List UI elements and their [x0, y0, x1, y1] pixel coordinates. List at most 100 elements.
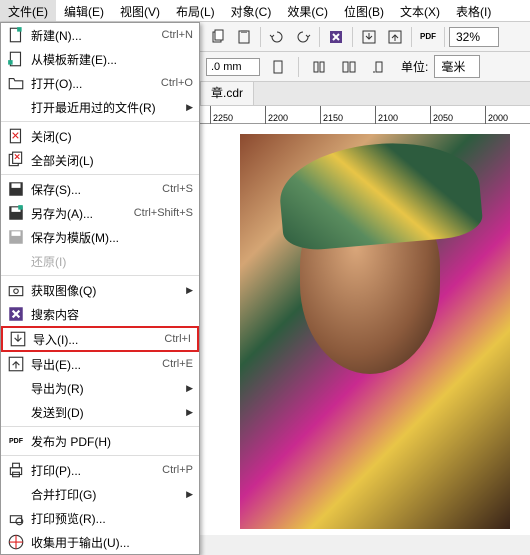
document-tab[interactable]: 章.cdr: [200, 79, 254, 105]
menu-item-label: 打印(P)...: [31, 462, 162, 479]
ruler-tick: 2100: [375, 106, 398, 124]
menu-item-10[interactable]: 保存为模版(M)...: [1, 225, 199, 249]
menu-item-shortcut: Ctrl+N: [162, 29, 193, 41]
import-icon: [9, 330, 27, 348]
menu-item-17[interactable]: 导出为(R)▶: [1, 376, 199, 400]
placed-image[interactable]: [240, 134, 510, 529]
menu-item-label: 保存(S)...: [31, 181, 162, 198]
menu-item-shortcut: Ctrl+P: [162, 464, 193, 476]
dimension-input[interactable]: .0 mm: [206, 58, 260, 76]
menu-item-label: 搜索内容: [31, 306, 193, 323]
menu-item-label: 发送到(D): [31, 404, 186, 421]
page-facing-icon[interactable]: [337, 55, 361, 79]
page-single-icon[interactable]: [307, 55, 331, 79]
menu-item-label: 发布为 PDF(H): [31, 433, 193, 450]
menu-table[interactable]: 表格(I): [448, 0, 499, 21]
menu-object[interactable]: 对象(C): [223, 0, 280, 21]
menu-item-16[interactable]: 导出(E)...Ctrl+E: [1, 352, 199, 376]
export-icon: [7, 355, 25, 373]
saveas-icon: [7, 204, 25, 222]
blank-icon: [7, 252, 25, 270]
menu-item-1[interactable]: 从模板新建(E)...: [1, 47, 199, 71]
menu-item-24[interactable]: 打印预览(R)...: [1, 506, 199, 530]
save-icon: [7, 180, 25, 198]
canvas-area[interactable]: [200, 124, 530, 535]
copy-icon[interactable]: [206, 25, 230, 49]
menu-item-label: 还原(I): [31, 253, 193, 270]
menu-item-0[interactable]: 新建(N)...Ctrl+N: [1, 23, 199, 47]
ruler-tick: 2050: [430, 106, 453, 124]
menu-item-shortcut: Ctrl+E: [162, 358, 193, 370]
ruler-tick: 2000: [485, 106, 508, 124]
menu-item-label: 导出为(R): [31, 380, 186, 397]
closeall-icon: [7, 151, 25, 169]
close-icon: [7, 127, 25, 145]
blank-icon: [7, 98, 25, 116]
menu-text[interactable]: 文本(X): [392, 0, 448, 21]
menu-item-18[interactable]: 发送到(D)▶: [1, 400, 199, 424]
search-icon: [7, 305, 25, 323]
units-label: 单位:: [401, 58, 428, 75]
undo-icon[interactable]: [265, 25, 289, 49]
menu-item-6[interactable]: 全部关闭(L): [1, 148, 199, 172]
menu-item-2[interactable]: 打开(O)...Ctrl+O: [1, 71, 199, 95]
pdf-icon: PDF: [7, 432, 25, 450]
new-icon: [7, 26, 25, 44]
menu-item-23[interactable]: 合并打印(G)▶: [1, 482, 199, 506]
redo-icon[interactable]: [291, 25, 315, 49]
menu-item-13[interactable]: 获取图像(Q)▶: [1, 278, 199, 302]
menu-item-22[interactable]: 打印(P)...Ctrl+P: [1, 458, 199, 482]
menu-layout[interactable]: 布局(L): [168, 0, 223, 21]
menu-item-label: 从模板新建(E)...: [31, 51, 193, 68]
menubar: 文件(E) 编辑(E) 视图(V) 布局(L) 对象(C) 效果(C) 位图(B…: [0, 0, 530, 22]
menu-item-label: 获取图像(Q): [31, 282, 186, 299]
menu-item-3[interactable]: 打开最近用过的文件(R)▶: [1, 95, 199, 119]
orientation-portrait-icon[interactable]: [266, 55, 290, 79]
menu-item-9[interactable]: 另存为(A)...Ctrl+Shift+S: [1, 201, 199, 225]
menu-item-label: 新建(N)...: [31, 27, 162, 44]
print-icon: [7, 461, 25, 479]
template-icon: [7, 50, 25, 68]
menu-item-20[interactable]: PDF 发布为 PDF(H): [1, 429, 199, 453]
menu-item-5[interactable]: 关闭(C): [1, 124, 199, 148]
savetmpl-icon: [7, 228, 25, 246]
menu-item-11: 还原(I): [1, 249, 199, 273]
menu-item-25[interactable]: 收集用于输出(U)...: [1, 530, 199, 554]
menu-item-8[interactable]: 保存(S)...Ctrl+S: [1, 177, 199, 201]
search-icon[interactable]: [324, 25, 348, 49]
menu-edit[interactable]: 编辑(E): [56, 0, 112, 21]
zoom-input[interactable]: 32%: [449, 27, 499, 47]
menu-file[interactable]: 文件(E): [0, 0, 56, 21]
menu-item-shortcut: Ctrl+S: [162, 183, 193, 195]
chevron-right-icon: ▶: [186, 383, 193, 394]
preview-icon: [7, 509, 25, 527]
chevron-right-icon: ▶: [186, 407, 193, 418]
page-all-icon[interactable]: [367, 55, 391, 79]
menu-item-15[interactable]: 导入(I)...Ctrl+I: [1, 326, 199, 352]
menu-effect[interactable]: 效果(C): [279, 0, 336, 21]
menu-view[interactable]: 视图(V): [112, 0, 168, 21]
menu-item-shortcut: Ctrl+Shift+S: [134, 207, 193, 219]
menu-item-label: 打印预览(R)...: [31, 510, 193, 527]
ruler-tick: 2150: [320, 106, 343, 124]
menu-item-label: 合并打印(G): [31, 486, 186, 503]
blank-icon: [7, 379, 25, 397]
collect-icon: [7, 533, 25, 551]
menu-item-label: 打开(O)...: [31, 75, 161, 92]
menu-bitmap[interactable]: 位图(B): [336, 0, 392, 21]
menu-item-label: 关闭(C): [31, 128, 193, 145]
menu-item-label: 打开最近用过的文件(R): [31, 99, 186, 116]
ruler-tick: 2200: [265, 106, 288, 124]
chevron-right-icon: ▶: [186, 285, 193, 296]
menu-item-label: 保存为模版(M)...: [31, 229, 193, 246]
paste-icon[interactable]: [232, 25, 256, 49]
chevron-right-icon: ▶: [186, 102, 193, 113]
units-select[interactable]: 毫米: [434, 55, 480, 78]
pdf-icon[interactable]: PDF: [416, 25, 440, 49]
import-icon[interactable]: [357, 25, 381, 49]
menu-item-14[interactable]: 搜索内容: [1, 302, 199, 326]
chevron-right-icon: ▶: [186, 489, 193, 500]
blank-icon: [7, 403, 25, 421]
export-icon[interactable]: [383, 25, 407, 49]
menu-item-label: 另存为(A)...: [31, 205, 134, 222]
